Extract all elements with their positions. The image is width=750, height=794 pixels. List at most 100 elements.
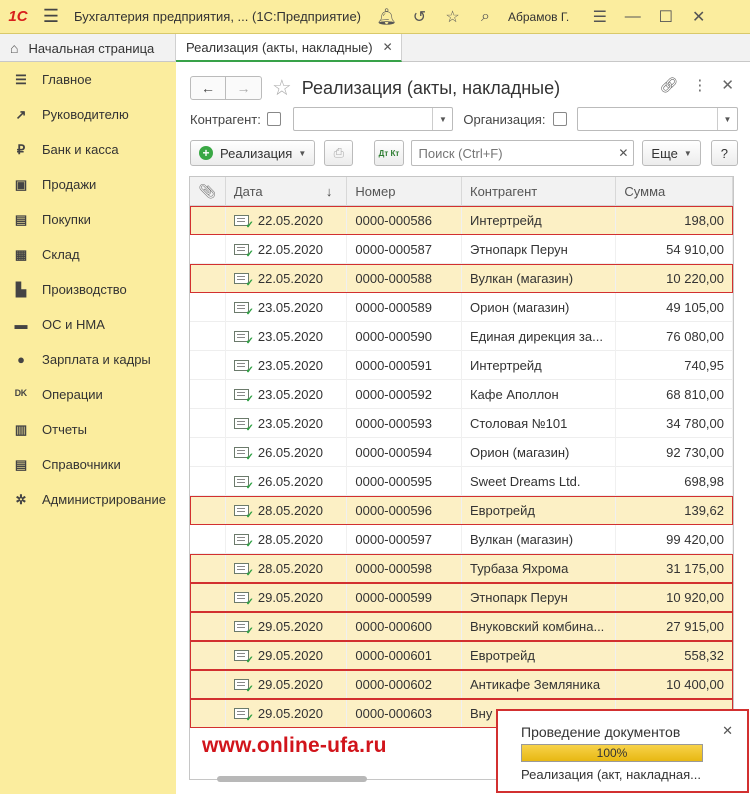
cell-date[interactable]: 29.05.2020 [226,641,348,670]
cell-number[interactable]: 0000-000596 [347,496,462,525]
table-row[interactable]: 23.05.2020 0000-000589Орион (магазин)49 1… [190,293,733,322]
cell-counterparty[interactable]: Этнопарк Перун [462,235,617,264]
row-attachment-cell[interactable] [190,409,226,438]
cell-counterparty[interactable]: Единая дирекция за... [462,322,617,351]
cell-date[interactable]: 29.05.2020 [226,699,348,728]
row-attachment-cell[interactable] [190,264,226,293]
cell-sum[interactable]: 10 920,00 [616,583,733,612]
cell-sum[interactable]: 92 730,00 [616,438,733,467]
row-attachment-cell[interactable] [190,641,226,670]
cell-counterparty[interactable]: Интертрейд [462,206,617,235]
table-row[interactable]: 29.05.2020 0000-000601Евротрейд558,32 [190,641,733,670]
counterparty-column-header[interactable]: Контрагент [462,177,617,206]
cell-sum[interactable]: 49 105,00 [616,293,733,322]
table-row[interactable]: 26.05.2020 0000-000594Орион (магазин)92 7… [190,438,733,467]
cell-date[interactable]: 26.05.2020 [226,467,348,496]
cell-sum[interactable]: 27 915,00 [616,612,733,641]
cell-date[interactable]: 29.05.2020 [226,612,348,641]
cell-number[interactable]: 0000-000592 [347,380,462,409]
cell-date[interactable]: 28.05.2020 [226,496,348,525]
cell-number[interactable]: 0000-000586 [347,206,462,235]
row-attachment-cell[interactable] [190,322,226,351]
cell-number[interactable]: 0000-000600 [347,612,462,641]
tab-home[interactable]: ⌂ Начальная страница [0,34,176,62]
maximize-icon[interactable]: ☐ [649,0,682,34]
cell-number[interactable]: 0000-000593 [347,409,462,438]
organization-filter-value[interactable] [578,108,717,130]
close-icon[interactable]: ✕ [682,0,715,34]
cell-number[interactable]: 0000-000591 [347,351,462,380]
cell-sum[interactable]: 139,62 [616,496,733,525]
cell-sum[interactable]: 558,32 [616,641,733,670]
cell-sum[interactable]: 34 780,00 [616,409,733,438]
table-row[interactable]: 28.05.2020 0000-000597Вулкан (магазин)99 … [190,525,733,554]
row-attachment-cell[interactable] [190,496,226,525]
sidebar-item-10[interactable]: ▥ Отчеты [0,412,176,447]
dt-kt-button[interactable]: Дт Кт [374,140,404,166]
cell-date[interactable]: 23.05.2020 [226,380,348,409]
row-attachment-cell[interactable] [190,525,226,554]
cell-date[interactable]: 23.05.2020 [226,351,348,380]
cell-counterparty[interactable]: Орион (магазин) [462,293,617,322]
cell-date[interactable]: 23.05.2020 [226,322,348,351]
cell-sum[interactable]: 10 400,00 [616,670,733,699]
cell-date[interactable]: 22.05.2020 [226,235,348,264]
cell-number[interactable]: 0000-000595 [347,467,462,496]
cell-counterparty[interactable]: Интертрейд [462,351,617,380]
cell-date[interactable]: 23.05.2020 [226,293,348,322]
table-row[interactable]: 28.05.2020 0000-000596Евротрейд139,62 [190,496,733,525]
minimize-icon[interactable]: — [616,0,649,34]
cell-date[interactable]: 23.05.2020 [226,409,348,438]
search-icon[interactable]: ⌕ [469,0,502,34]
cell-number[interactable]: 0000-000601 [347,641,462,670]
table-row[interactable]: 29.05.2020 0000-000599Этнопарк Перун10 92… [190,583,733,612]
table-row[interactable]: 23.05.2020 0000-000591Интертрейд740,95 [190,351,733,380]
row-attachment-cell[interactable] [190,380,226,409]
cell-sum[interactable]: 698,98 [616,467,733,496]
back-button[interactable]: ← [190,76,226,100]
cell-number[interactable]: 0000-000589 [347,293,462,322]
table-row[interactable]: 23.05.2020 0000-000590Единая дирекция за.… [190,322,733,351]
cell-sum[interactable]: 10 220,00 [616,264,733,293]
cell-number[interactable]: 0000-000587 [347,235,462,264]
cell-number[interactable]: 0000-000588 [347,264,462,293]
close-form-icon[interactable]: ✕ [721,76,734,94]
cell-date[interactable]: 28.05.2020 [226,554,348,583]
cell-counterparty[interactable]: Антикафе Земляника [462,670,617,699]
table-row[interactable]: 29.05.2020 0000-000600Внуковский комбина.… [190,612,733,641]
clear-search-icon[interactable]: ✕ [613,146,633,160]
sidebar-item-0[interactable]: ☰ Главное [0,62,176,97]
sidebar-item-9[interactable]: ᴰᴷ Операции [0,377,176,412]
more-button[interactable]: Еще ▼ [642,140,701,166]
cell-counterparty[interactable]: Кафе Аполлон [462,380,617,409]
table-row[interactable]: 22.05.2020 0000-000586Интертрейд198,00 [190,206,733,235]
sidebar-item-6[interactable]: ▙ Производство [0,272,176,307]
cell-sum[interactable]: 99 420,00 [616,525,733,554]
sidebar-item-8[interactable]: ● Зарплата и кадры [0,342,176,377]
table-row[interactable]: 29.05.2020 0000-000602Антикафе Земляника1… [190,670,733,699]
chevron-down-icon[interactable]: ▼ [717,108,737,130]
cell-counterparty[interactable]: Sweet Dreams Ltd. [462,467,617,496]
table-row[interactable]: 26.05.2020 0000-000595Sweet Dreams Ltd.69… [190,467,733,496]
cell-date[interactable]: 29.05.2020 [226,583,348,612]
tab-close-icon[interactable]: ✕ [383,40,393,54]
cell-date[interactable]: 28.05.2020 [226,525,348,554]
sum-column-header[interactable]: Сумма [616,177,733,206]
table-row[interactable]: 23.05.2020 0000-000592Кафе Аполлон68 810,… [190,380,733,409]
cell-counterparty[interactable]: Столовая №101 [462,409,617,438]
cell-date[interactable]: 22.05.2020 [226,206,348,235]
notification-close-icon[interactable]: ✕ [722,723,733,739]
scrollbar-thumb[interactable] [217,776,367,782]
sidebar-item-2[interactable]: ₽ Банк и касса [0,132,176,167]
counterparty-filter-value[interactable] [294,108,433,130]
cell-number[interactable]: 0000-000594 [347,438,462,467]
date-column-header[interactable]: Дата ↓ [226,177,348,206]
chevron-down-icon[interactable]: ▼ [432,108,452,130]
table-row[interactable]: 28.05.2020 0000-000598Турбаза Яхрома31 17… [190,554,733,583]
user-name[interactable]: Абрамов Г. [508,10,569,24]
cell-counterparty[interactable]: Этнопарк Перун [462,583,617,612]
forward-button[interactable]: → [226,76,262,100]
bell-icon[interactable]: 🔔︎ [370,0,403,34]
row-attachment-cell[interactable] [190,612,226,641]
cell-counterparty[interactable]: Вулкан (магазин) [462,525,617,554]
